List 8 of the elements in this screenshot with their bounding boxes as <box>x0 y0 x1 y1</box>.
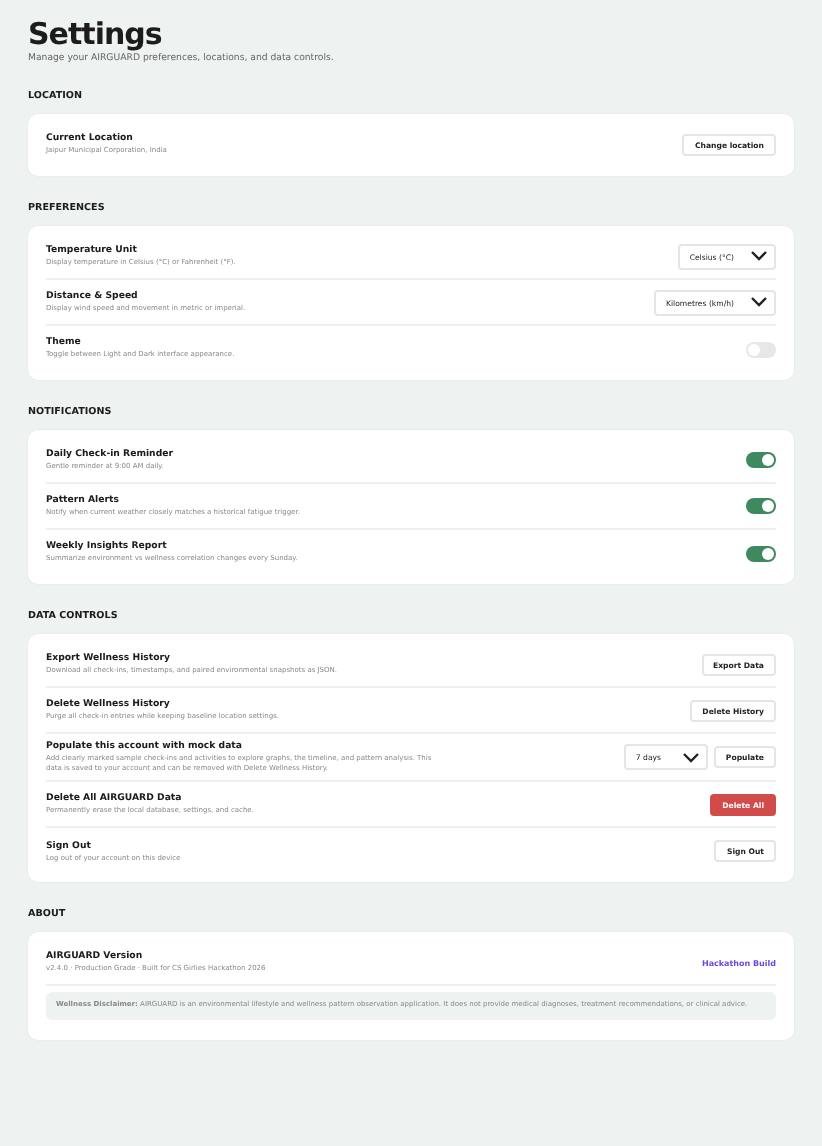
toggle-switch[interactable] <box>746 452 776 468</box>
chevron-down-icon <box>750 250 768 262</box>
chevron-down-icon <box>681 751 700 764</box>
page-title: Settings <box>28 16 164 52</box>
toggle-switch[interactable] <box>746 341 776 357</box>
toggle-switch[interactable] <box>746 545 776 561</box>
chevron-down-icon <box>750 296 768 308</box>
toggle-switch[interactable] <box>746 498 776 514</box>
